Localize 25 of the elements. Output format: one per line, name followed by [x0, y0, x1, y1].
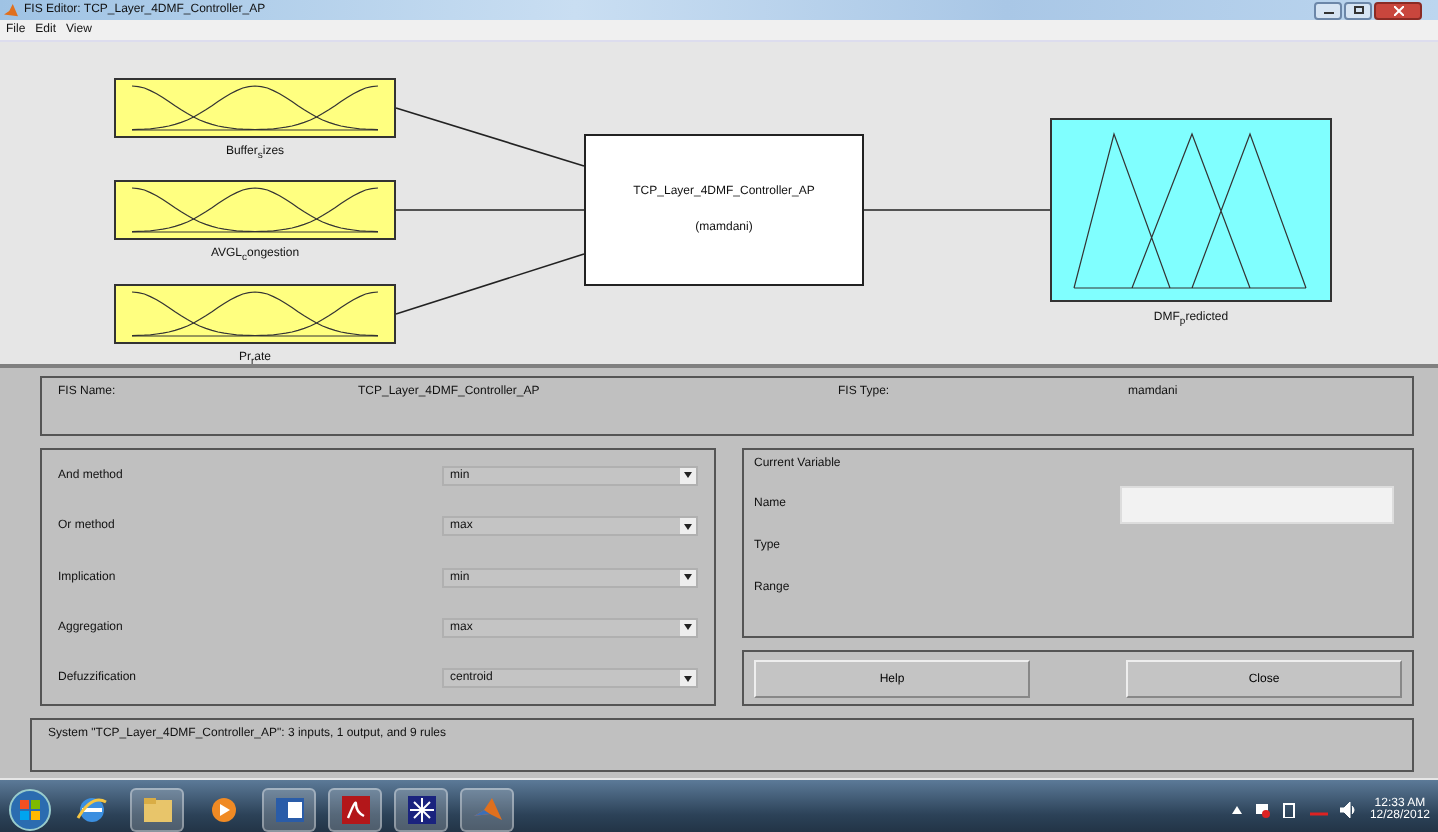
dropdown-arrow-icon — [684, 624, 692, 631]
dropdown-arrow-icon — [684, 675, 692, 682]
close-icon — [1393, 5, 1403, 15]
membership-plot[interactable] — [114, 180, 396, 240]
dropdown-arrow-icon — [684, 574, 692, 581]
maximize-button[interactable] — [1344, 1, 1372, 19]
membership-plot[interactable] — [114, 78, 396, 138]
globe-icon[interactable] — [75, 793, 107, 825]
document-icon[interactable] — [273, 795, 305, 823]
membership-plot[interactable] — [1050, 118, 1332, 302]
star-icon[interactable] — [405, 793, 437, 825]
play-icon[interactable] — [209, 795, 237, 823]
dropdown-arrow-icon — [684, 472, 692, 479]
membership-plot[interactable] — [114, 284, 396, 344]
document-icon[interactable] — [339, 793, 371, 825]
maximize-icon — [1353, 6, 1363, 14]
name-field[interactable] — [1120, 485, 1394, 523]
close-button[interactable] — [1374, 1, 1422, 19]
show-hidden-icon[interactable] — [1231, 805, 1242, 813]
folder-icon[interactable] — [141, 795, 173, 823]
dropdown-arrow-icon — [684, 523, 692, 530]
minimize-icon — [1323, 7, 1333, 13]
speaker-icon[interactable] — [1339, 801, 1358, 817]
minimize-button[interactable] — [1314, 1, 1342, 19]
start-button[interactable] — [8, 787, 52, 831]
